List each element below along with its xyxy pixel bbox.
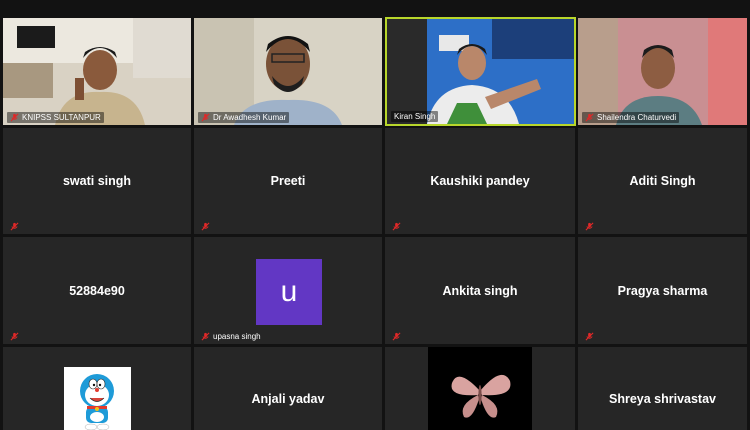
participant-tile[interactable]: 52884e90 [3, 237, 191, 344]
participant-tile[interactable]: swati singh [3, 128, 191, 234]
video-grid: KNIPSS SULTANPUR Dr Awadhesh Kumar Kiran… [0, 0, 750, 430]
participant-name-label: upasna singh [198, 331, 264, 342]
muted-mic-icon [585, 113, 594, 122]
participant-name: Aditi Singh [629, 174, 696, 188]
participant-name: Dr Awadhesh Kumar [213, 113, 287, 122]
muted-mic-icon [585, 332, 594, 341]
participant-tile[interactable]: Anjali yadav [194, 347, 382, 430]
participant-name: upasna singh [213, 332, 261, 341]
participant-name: Shreya shrivastav [608, 392, 716, 406]
participant-tile-active-speaker[interactable]: Kiran Singh [385, 17, 576, 126]
participant-name-label: Kiran Singh [391, 111, 439, 122]
participant-status-label [7, 331, 22, 342]
participant-name: 52884e90 [69, 283, 125, 298]
participant-tile[interactable]: u upasna singh [194, 237, 382, 344]
participant-name: Anjali yadav [251, 392, 325, 406]
participant-tile[interactable]: Shreya shrivastav [578, 347, 747, 430]
muted-mic-icon [392, 222, 401, 231]
avatar: u [256, 259, 322, 325]
participant-name: Preeti [270, 174, 306, 188]
participant-name: Ankita singh [442, 283, 518, 298]
participant-name: Shailendra Chaturvedi [597, 113, 677, 122]
participant-tile[interactable]: Pragya sharma [578, 237, 747, 344]
participant-tile[interactable]: Dr Awadhesh Kumar [194, 18, 382, 125]
participant-status-label [582, 221, 597, 232]
participant-status-label [582, 331, 597, 342]
muted-mic-icon [392, 332, 401, 341]
participant-status-label [389, 221, 404, 232]
participant-name: swati singh [62, 174, 132, 188]
muted-mic-icon [201, 332, 210, 341]
muted-mic-icon [10, 332, 19, 341]
participant-tile[interactable]: Shailendra Chaturvedi [578, 18, 747, 125]
participant-tile[interactable]: Aditi Singh [578, 128, 747, 234]
participant-name-label: Shailendra Chaturvedi [582, 112, 680, 123]
participant-name: Kiran Singh [394, 112, 436, 121]
doraemon-profile-image [64, 367, 131, 430]
participant-tile[interactable]: Kaushiki pandey [385, 128, 575, 234]
video-feed [3, 18, 191, 125]
video-feed [578, 18, 747, 125]
muted-mic-icon [201, 222, 210, 231]
participant-status-label [198, 221, 213, 232]
muted-mic-icon [585, 222, 594, 231]
participant-tile[interactable] [3, 347, 191, 430]
participant-name: Pragya sharma [617, 283, 708, 298]
participant-status-label [7, 221, 22, 232]
video-feed [194, 18, 382, 125]
participant-name: KNIPSS SULTANPUR [22, 113, 101, 122]
video-feed [387, 19, 574, 124]
butterfly-profile-image [428, 347, 532, 430]
participant-tile[interactable]: KNIPSS SULTANPUR [3, 18, 191, 125]
participant-name: Kaushiki pandey [430, 174, 530, 188]
participant-tile[interactable] [385, 347, 575, 430]
participant-name-label: Dr Awadhesh Kumar [198, 112, 290, 123]
participant-status-label [389, 331, 404, 342]
participant-tile[interactable]: Ankita singh [385, 237, 575, 344]
participant-tile[interactable]: Preeti [194, 128, 382, 234]
muted-mic-icon [10, 222, 19, 231]
muted-mic-icon [10, 113, 19, 122]
participant-name-label: KNIPSS SULTANPUR [7, 112, 104, 123]
muted-mic-icon [201, 113, 210, 122]
